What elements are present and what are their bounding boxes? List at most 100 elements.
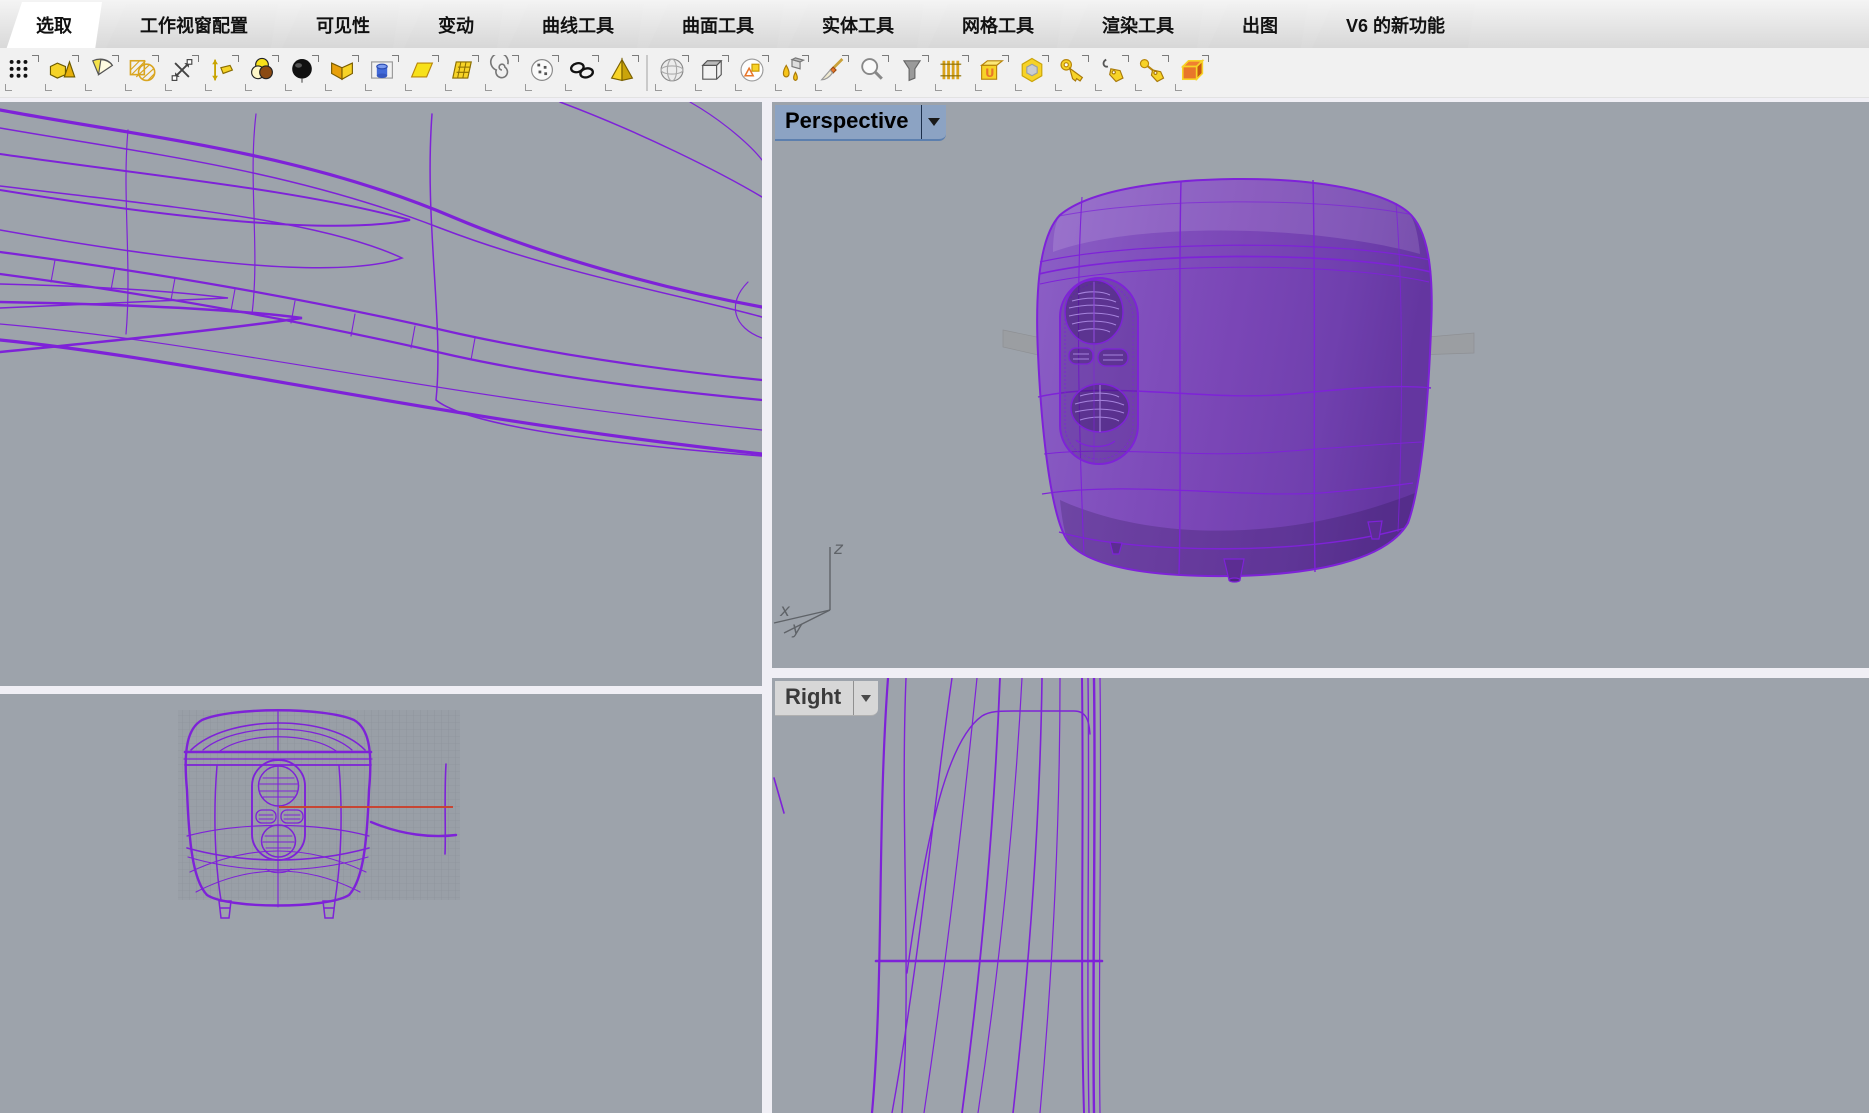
tab-1[interactable]: 选取 [6, 2, 102, 48]
toolbar-button-folded-surface[interactable] [322, 51, 362, 95]
toolbar-button-wedge[interactable] [82, 51, 122, 95]
toolbar-button-dotted-sphere[interactable] [522, 51, 562, 95]
tab-label: 网格工具 [962, 12, 1034, 38]
toolbar-button-black-sphere[interactable] [282, 51, 322, 95]
viewport-front[interactable] [0, 694, 762, 1113]
viewport-perspective[interactable]: z x y Perspective [772, 102, 1869, 668]
tab-10[interactable]: 出图 [1208, 4, 1308, 48]
flyout-corner-mark [565, 84, 572, 91]
toolbar-button-venn-circles[interactable] [242, 51, 282, 95]
flyout-corner-mark [285, 84, 292, 91]
toolbar-button-wire-cube[interactable] [692, 51, 732, 95]
flyout-corner-mark [605, 84, 612, 91]
flyout-corner-mark [592, 55, 599, 62]
toolbar-button-box-cone[interactable] [42, 51, 82, 95]
flyout-corner-mark [552, 55, 559, 62]
toolbar-button-gray-sphere[interactable] [652, 51, 692, 95]
viewport-label-right[interactable]: Right [775, 681, 878, 716]
flyout-corner-mark [855, 84, 862, 91]
flyout-corner-mark [472, 55, 479, 62]
flyout-corner-mark [1162, 55, 1169, 62]
flyout-corner-mark [365, 84, 372, 91]
flyout-corner-mark [682, 55, 689, 62]
toolbar-button-orange-cube[interactable] [1172, 51, 1212, 95]
toolbar-button-chain[interactable] [562, 51, 602, 95]
tab-label: 工作视窗配置 [140, 12, 248, 38]
flyout-corner-mark [232, 55, 239, 62]
flyout-corner-mark [1002, 55, 1009, 62]
toolbar-button-hexagon-ring[interactable] [1012, 51, 1052, 95]
flyout-corner-mark [1122, 55, 1129, 62]
flyout-corner-mark [775, 84, 782, 91]
chevron-down-icon [928, 118, 940, 126]
tab-label: 出图 [1242, 12, 1278, 38]
wireframe-curves-canvas [0, 102, 762, 686]
toolbar-button-key[interactable] [1052, 51, 1092, 95]
viewport-label-perspective[interactable]: Perspective [775, 105, 946, 141]
flyout-corner-mark [735, 84, 742, 91]
flyout-corner-mark [1042, 55, 1049, 62]
viewport-menu-button[interactable] [853, 681, 878, 715]
viewport-top-left[interactable] [0, 102, 762, 686]
flyout-corner-mark [922, 55, 929, 62]
toolbar-button-cube-drops[interactable] [772, 51, 812, 95]
flyout-corner-mark [45, 84, 52, 91]
flyout-corner-mark [32, 55, 39, 62]
viewport-right[interactable]: Right [772, 678, 1869, 1113]
flyout-corner-mark [352, 55, 359, 62]
toolbar-button-grid-plane[interactable] [442, 51, 482, 95]
toolbar-button-pyramid[interactable] [602, 51, 642, 95]
tab-11[interactable]: V6 的新功能 [1312, 4, 1475, 48]
toolbar-button-dots-grid[interactable] [2, 51, 42, 95]
flyout-corner-mark [85, 84, 92, 91]
construction-grid [178, 710, 460, 900]
toolbar-button-crossing-arrows[interactable] [162, 51, 202, 95]
toolbar-button-ruler-hand[interactable] [202, 51, 242, 95]
flyout-corner-mark [245, 84, 252, 91]
tab-6[interactable]: 曲面工具 [648, 4, 784, 48]
tab-2[interactable]: 工作视窗配置 [106, 4, 278, 48]
toolbar-button-paintbrush[interactable] [812, 51, 852, 95]
toolbar-button-spiral[interactable] [482, 51, 522, 95]
flyout-corner-mark [125, 84, 132, 91]
tab-3[interactable]: 可见性 [282, 4, 400, 48]
toolbar-button-funnel[interactable] [892, 51, 932, 95]
tab-4[interactable]: 变动 [404, 4, 504, 48]
tab-8[interactable]: 网格工具 [928, 4, 1064, 48]
flyout-corner-mark [762, 55, 769, 62]
flyout-corner-mark [1055, 84, 1062, 91]
toolbar-button-hatched-shapes[interactable] [122, 51, 162, 95]
svg-text:U: U [985, 66, 994, 80]
flyout-corner-mark [445, 84, 452, 91]
flyout-corner-mark [325, 84, 332, 91]
toolbar-button-u-box[interactable]: U [972, 51, 1012, 95]
toolbar-button-shapes-in-circle[interactable] [732, 51, 772, 95]
toolbar-button-magnifier[interactable] [852, 51, 892, 95]
toolbar-button-blue-cylinder[interactable] [362, 51, 402, 95]
toolbar-button-key-tag[interactable] [1132, 51, 1172, 95]
tab-9[interactable]: 渲染工具 [1068, 4, 1204, 48]
axis-z-label: z [833, 539, 844, 559]
flyout-corner-mark [5, 84, 12, 91]
flyout-corner-mark [312, 55, 319, 62]
flyout-corner-mark [1175, 84, 1182, 91]
toolbar-button-yellow-plane[interactable] [402, 51, 442, 95]
flyout-corner-mark [722, 55, 729, 62]
tab-label: V6 的新功能 [1346, 12, 1445, 38]
flyout-corner-mark [392, 55, 399, 62]
axis-y-label: y [791, 619, 803, 639]
axis-gnomon: z x y [774, 539, 844, 639]
flyout-corner-mark [165, 84, 172, 91]
tab-label: 曲线工具 [542, 12, 614, 38]
flyout-corner-mark [632, 55, 639, 62]
perspective-canvas: z x y [772, 102, 1869, 668]
toolbar-button-fence[interactable] [932, 51, 972, 95]
toolbar-button-tag-hook[interactable] [1092, 51, 1132, 95]
tab-7[interactable]: 实体工具 [788, 4, 924, 48]
viewport-title: Perspective [775, 105, 921, 139]
flyout-corner-mark [192, 55, 199, 62]
tab-label: 变动 [438, 12, 474, 38]
tab-5[interactable]: 曲线工具 [508, 4, 644, 48]
viewport-menu-button[interactable] [921, 105, 946, 139]
flyout-corner-mark [1202, 55, 1209, 62]
